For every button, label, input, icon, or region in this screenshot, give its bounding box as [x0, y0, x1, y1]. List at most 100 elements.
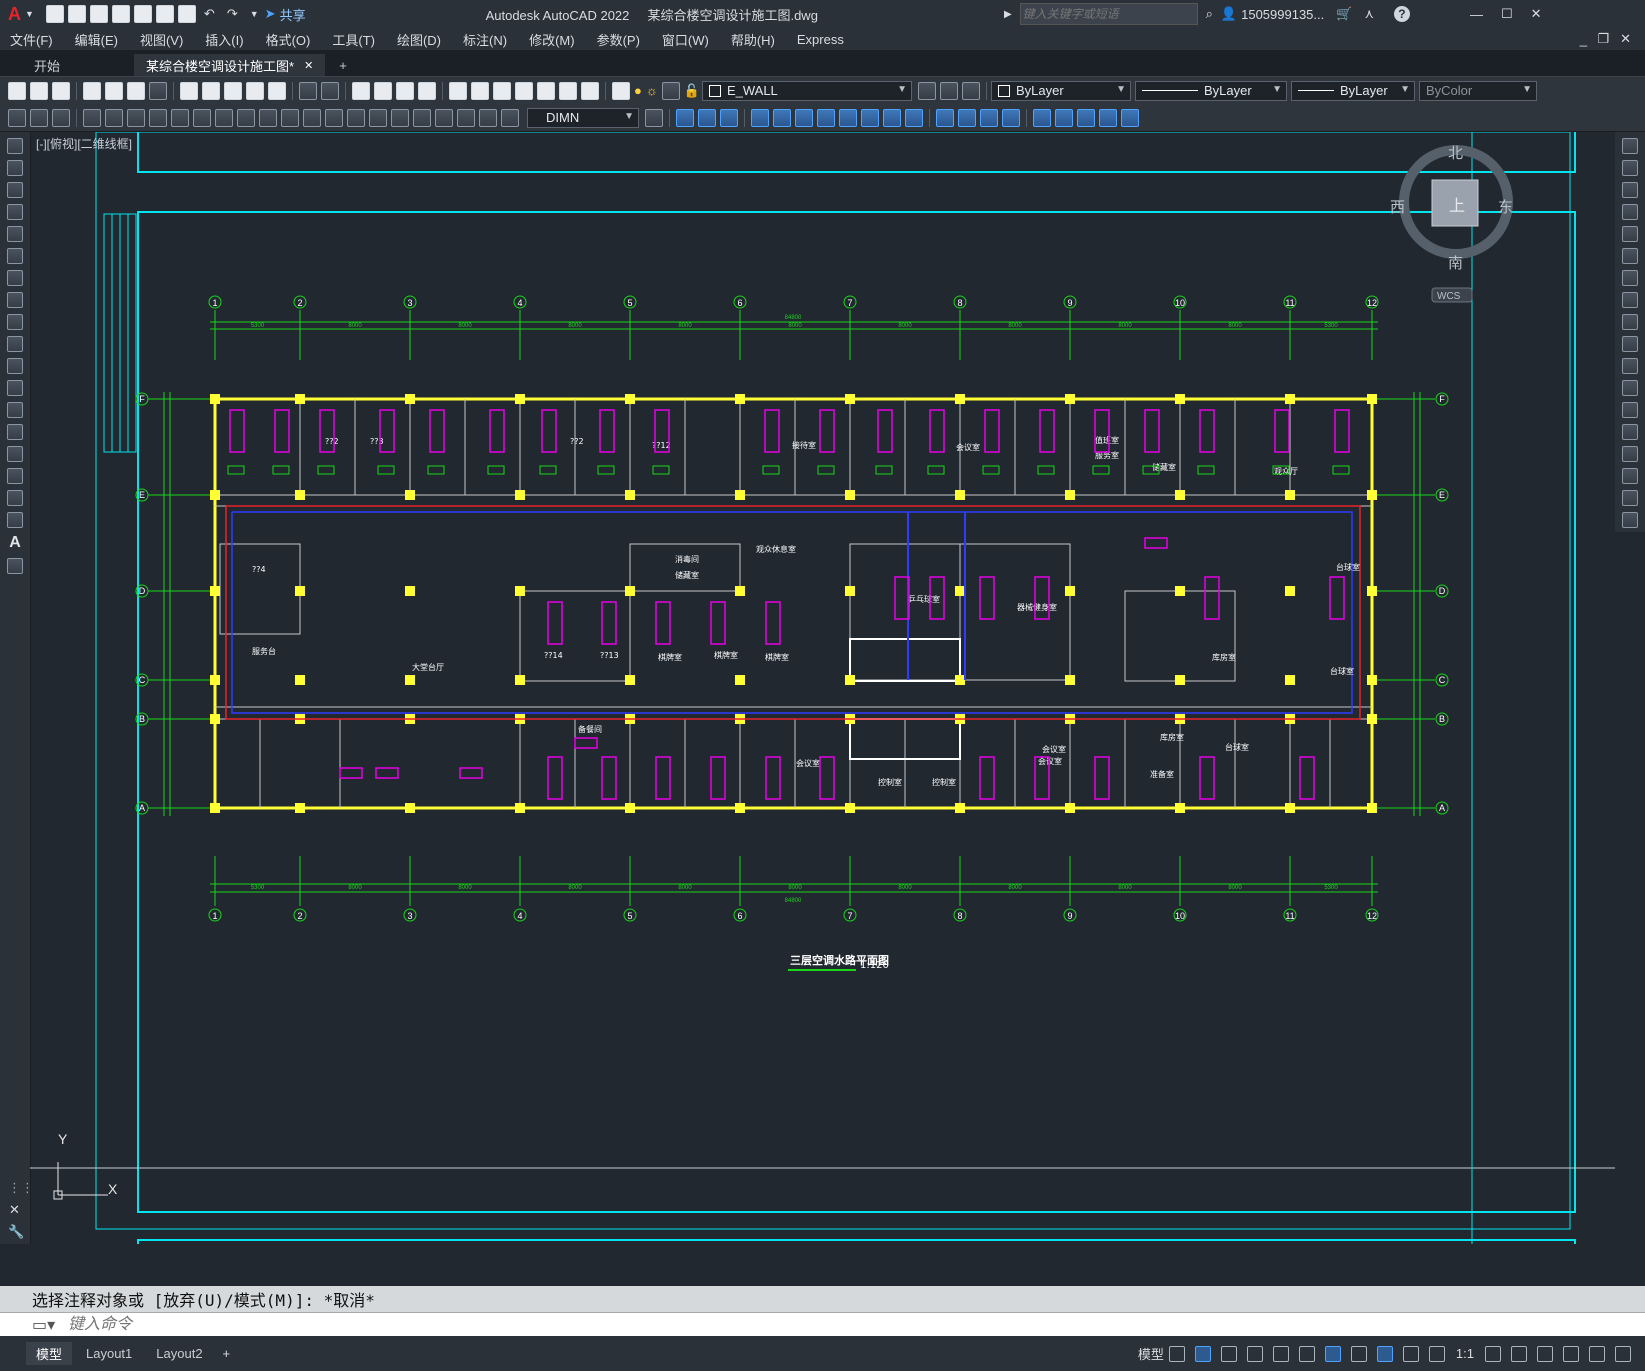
- isodraft-icon[interactable]: [1272, 1345, 1289, 1362]
- diameter-dim-icon[interactable]: [215, 108, 233, 127]
- help-tool-icon[interactable]: [581, 81, 599, 100]
- annotation-scale-icon[interactable]: [1428, 1345, 1445, 1362]
- share-icon[interactable]: ➤: [265, 6, 276, 22]
- modify-17-icon[interactable]: [1055, 108, 1073, 127]
- aligned-dim-icon[interactable]: [105, 108, 123, 127]
- polar-tracking-icon[interactable]: [1246, 1345, 1263, 1362]
- dim-update-icon[interactable]: [501, 108, 519, 127]
- spline-icon[interactable]: [7, 314, 23, 330]
- viewport-label[interactable]: [-][俯视][二维线框]: [36, 136, 132, 151]
- linetype-dropdown[interactable]: ByLayer ▼: [1134, 80, 1287, 101]
- rectangle-icon[interactable]: [7, 226, 23, 242]
- explode-icon[interactable]: [1622, 512, 1638, 528]
- isolate-objects-icon[interactable]: [1537, 1345, 1553, 1362]
- quick-access-chevron-icon[interactable]: ▼: [250, 9, 259, 19]
- menu-insert[interactable]: 插入(I): [205, 30, 243, 49]
- menu-file[interactable]: 文件(F): [10, 30, 53, 49]
- viewcube-south-label[interactable]: 南: [1448, 254, 1463, 272]
- qnew-icon[interactable]: [8, 81, 26, 100]
- new-tab-button[interactable]: +: [327, 54, 359, 76]
- circle-icon[interactable]: [7, 270, 23, 286]
- ellipse-icon[interactable]: [7, 336, 23, 352]
- table-icon[interactable]: [7, 512, 23, 528]
- insert-block-icon[interactable]: [7, 380, 23, 396]
- annotation-monitor-icon[interactable]: [1511, 1345, 1527, 1362]
- snap-mode-icon[interactable]: [1194, 1345, 1211, 1362]
- linear-dim-icon[interactable]: [83, 108, 101, 127]
- modify-19-icon[interactable]: [1099, 108, 1117, 127]
- menu-draw[interactable]: 绘图(D): [397, 30, 441, 49]
- zoom-previous-icon[interactable]: [418, 81, 436, 100]
- block-editor-icon[interactable]: [268, 81, 286, 100]
- command-customize-icon[interactable]: 🔧: [8, 1224, 24, 1240]
- layer-dropdown[interactable]: E_WALL ▼: [701, 80, 912, 101]
- offset-icon[interactable]: [1622, 204, 1638, 220]
- add-selected-icon[interactable]: [7, 558, 23, 574]
- layer-tool-2-icon[interactable]: [30, 108, 48, 127]
- layout-tab-model[interactable]: 模型: [26, 1342, 73, 1365]
- blend-icon[interactable]: [1622, 490, 1638, 506]
- command-prompt-icon[interactable]: ▭▾: [32, 1315, 55, 1335]
- properties-icon[interactable]: [449, 81, 467, 100]
- dim-space-icon[interactable]: [325, 108, 343, 127]
- user-icon[interactable]: 👤: [1221, 6, 1237, 22]
- modify-14-icon[interactable]: [980, 108, 998, 127]
- modify-18-icon[interactable]: [1077, 108, 1095, 127]
- move-icon[interactable]: [1622, 248, 1638, 264]
- plotstyle-dropdown[interactable]: ByColor ▼: [1418, 80, 1537, 101]
- design-center-icon[interactable]: [471, 81, 489, 100]
- arc-icon[interactable]: [7, 248, 23, 264]
- menu-window[interactable]: 窗口(W): [662, 30, 709, 49]
- erase-icon[interactable]: [1622, 138, 1638, 154]
- mirror-icon[interactable]: [1622, 182, 1638, 198]
- app-menu-chevron-icon[interactable]: ▼: [25, 9, 34, 19]
- redo-icon[interactable]: ↷: [227, 6, 238, 22]
- lineweight-icon[interactable]: [1350, 1345, 1367, 1362]
- dimstyle-icon[interactable]: [645, 108, 663, 127]
- paste-icon[interactable]: [224, 81, 242, 100]
- doc-minimize-icon[interactable]: _: [1580, 32, 1587, 47]
- tab-close-icon[interactable]: ✕: [304, 59, 313, 72]
- modify-4-icon[interactable]: [751, 108, 769, 127]
- 3d-dwf-icon[interactable]: [149, 81, 167, 100]
- publish-icon[interactable]: [127, 81, 145, 100]
- menu-dimension[interactable]: 标注(N): [463, 30, 507, 49]
- search-input[interactable]: [1019, 3, 1198, 25]
- join-icon[interactable]: [1622, 424, 1638, 440]
- scale-icon[interactable]: [1622, 292, 1638, 308]
- modify-3-icon[interactable]: [720, 108, 738, 127]
- fillet-icon[interactable]: [1622, 468, 1638, 484]
- extend-icon[interactable]: [1622, 358, 1638, 374]
- match-properties-icon[interactable]: [246, 81, 264, 100]
- break-point-icon[interactable]: [1622, 380, 1638, 396]
- viewcube-east-label[interactable]: 东: [1498, 198, 1513, 216]
- tolerance-icon[interactable]: [369, 108, 387, 127]
- center-mark-icon[interactable]: [391, 108, 409, 127]
- break-icon[interactable]: [1622, 402, 1638, 418]
- layer-tool-3-icon[interactable]: [52, 108, 70, 127]
- make-block-icon[interactable]: [7, 402, 23, 418]
- open-icon[interactable]: [30, 81, 48, 100]
- angular-dim-icon[interactable]: [237, 108, 255, 127]
- modify-9-icon[interactable]: [861, 108, 879, 127]
- menu-help[interactable]: 帮助(H): [731, 30, 775, 49]
- baseline-dim-icon[interactable]: [281, 108, 299, 127]
- undo-icon[interactable]: ↶: [204, 6, 215, 22]
- annotation-scale-value[interactable]: 1:1: [1456, 1346, 1474, 1361]
- preview-icon[interactable]: [105, 81, 123, 100]
- save-icon[interactable]: [89, 5, 108, 23]
- help-icon[interactable]: ?: [1393, 6, 1410, 22]
- open-web-icon[interactable]: [133, 5, 152, 23]
- search-expand-icon[interactable]: ▶: [1004, 9, 1012, 20]
- command-input[interactable]: [66, 1314, 670, 1335]
- modify-11-icon[interactable]: [905, 108, 923, 127]
- open-file-icon[interactable]: [67, 5, 86, 23]
- line-icon[interactable]: [7, 138, 23, 154]
- floor-plan-drawing[interactable]: [-][俯视][二维线框] 11223344556677889910101111…: [30, 132, 1615, 1244]
- object-snap-icon[interactable]: [1324, 1345, 1341, 1362]
- new-file-icon[interactable]: [45, 5, 64, 23]
- modify-7-icon[interactable]: [817, 108, 835, 127]
- jogged-dim-icon[interactable]: [193, 108, 211, 127]
- layer-properties-icon[interactable]: [612, 81, 630, 100]
- dimstyle-dropdown[interactable]: DIMN ▼: [527, 107, 639, 128]
